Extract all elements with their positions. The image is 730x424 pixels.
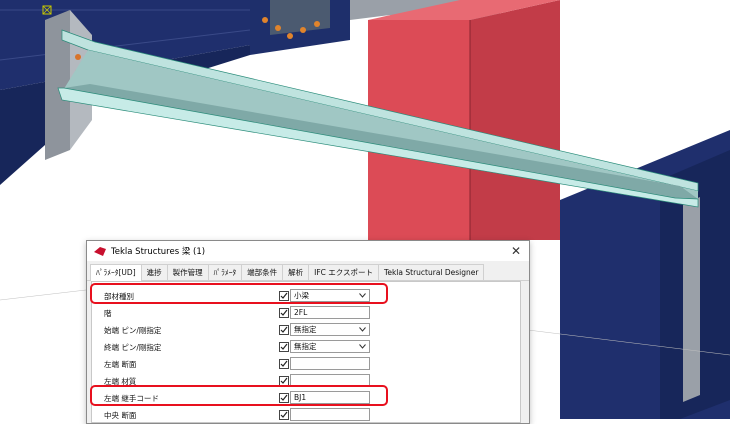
checkmark-icon <box>280 360 288 367</box>
enable-checkbox[interactable] <box>279 325 289 335</box>
left-section-field[interactable] <box>290 357 370 370</box>
tab-ifc-export[interactable]: IFC エクスポート <box>308 264 380 280</box>
enable-checkbox[interactable] <box>279 342 289 352</box>
tab-analysis[interactable]: 解析 <box>282 264 310 280</box>
chevron-down-icon <box>359 327 366 332</box>
property-row: 始端 ピン/剛指定 無指定 <box>92 322 520 339</box>
property-row: 終端 ピン/剛指定 無指定 <box>92 339 520 356</box>
enable-checkbox[interactable] <box>279 308 289 318</box>
tekla-logo-icon <box>94 246 106 256</box>
property-row: 中央 断面 <box>92 407 520 424</box>
checkmark-icon <box>280 326 288 333</box>
checkmark-icon <box>280 377 288 384</box>
tab-production[interactable]: 製作管理 <box>166 264 209 280</box>
property-label: 左端 断面 <box>104 360 137 369</box>
end-fixity-select[interactable]: 無指定 <box>290 340 370 353</box>
dialog-titlebar[interactable]: Tekla Structures 梁 (1) ✕ <box>87 241 529 261</box>
select-value: 無指定 <box>294 325 317 334</box>
chevron-down-icon <box>359 344 366 349</box>
highlight-joint-code <box>90 385 388 406</box>
tab-end-conditions[interactable]: 端部条件 <box>241 264 284 280</box>
property-row: 左端 断面 <box>92 356 520 373</box>
property-label: 階 <box>104 309 112 318</box>
enable-checkbox[interactable] <box>279 359 289 369</box>
start-fixity-select[interactable]: 無指定 <box>290 323 370 336</box>
close-icon[interactable]: ✕ <box>511 244 521 258</box>
highlight-member-type <box>90 283 388 304</box>
tab-bar: ﾊﾟﾗﾒｰﾀ[UD] 進捗 製作管理 ﾊﾟﾗﾒｰﾀ 端部条件 解析 IFC エク… <box>87 264 529 281</box>
select-value: 無指定 <box>294 342 317 351</box>
tab-structural-designer[interactable]: Tekla Structural Designer <box>378 264 485 280</box>
property-label: 終端 ピン/剛指定 <box>104 343 162 352</box>
checkmark-icon <box>280 309 288 316</box>
dialog-title: Tekla Structures 梁 (1) <box>111 247 206 257</box>
property-label: 始端 ピン/剛指定 <box>104 326 162 335</box>
checkmark-icon <box>280 343 288 350</box>
property-row: 階 2FL <box>92 305 520 322</box>
tab-progress[interactable]: 進捗 <box>140 264 168 280</box>
checkmark-icon <box>280 411 288 418</box>
center-section-field[interactable] <box>290 408 370 421</box>
tab-parameters[interactable]: ﾊﾟﾗﾒｰﾀ <box>207 264 243 280</box>
tab-parameters-ud[interactable]: ﾊﾟﾗﾒｰﾀ[UD] <box>90 264 142 281</box>
property-label: 中央 断面 <box>104 411 137 420</box>
floor-field[interactable]: 2FL <box>290 306 370 319</box>
